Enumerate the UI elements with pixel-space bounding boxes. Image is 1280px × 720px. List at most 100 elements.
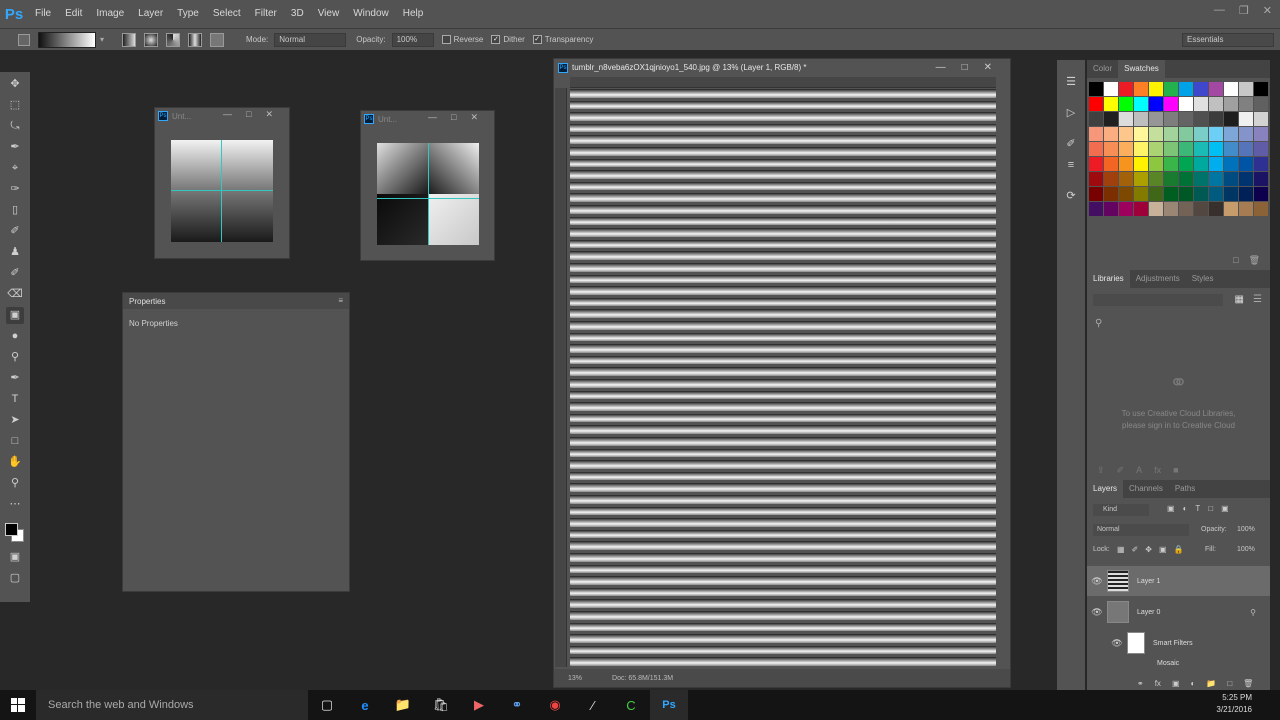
close-icon[interactable]: ✕ xyxy=(265,109,273,120)
zoom-level[interactable]: 13% xyxy=(568,675,582,682)
more-tools-icon[interactable]: ⋯ xyxy=(6,496,24,513)
color-swatch[interactable] xyxy=(1104,127,1118,141)
color-swatch[interactable] xyxy=(1194,157,1208,171)
system-clock[interactable]: 5:25 PM 3/21/2016 xyxy=(1216,692,1252,716)
color-swatch[interactable] xyxy=(1134,127,1148,141)
color-swatch[interactable] xyxy=(1179,82,1193,96)
color-swatch[interactable] xyxy=(1089,157,1103,171)
color-swatch[interactable] xyxy=(1104,112,1118,126)
library-select[interactable] xyxy=(1093,294,1223,306)
color-swatch[interactable] xyxy=(1119,172,1133,186)
color-swatch[interactable] xyxy=(1089,172,1103,186)
color-swatch[interactable] xyxy=(1194,97,1208,111)
search-icon[interactable]: ⚲ xyxy=(1095,318,1102,329)
add-text-icon[interactable]: A xyxy=(1136,465,1142,476)
type-tool-icon[interactable]: T xyxy=(6,391,24,408)
store-icon[interactable]: 🛍 xyxy=(422,690,460,720)
color-swatch[interactable] xyxy=(1104,157,1118,171)
menu-view[interactable]: View xyxy=(311,0,347,28)
trash-icon[interactable]: 🗑 xyxy=(1249,255,1260,266)
document-canvas[interactable] xyxy=(570,89,996,669)
color-swatch[interactable] xyxy=(1209,142,1223,156)
color-swatch[interactable] xyxy=(1149,202,1163,216)
dither-checkbox[interactable]: ✓ Dither xyxy=(491,35,525,44)
vertical-gradient-canvas[interactable] xyxy=(171,140,273,242)
windows-start-icon[interactable] xyxy=(0,690,36,720)
color-swatch[interactable] xyxy=(1239,127,1253,141)
color-swatch[interactable] xyxy=(1149,97,1163,111)
brush-tool-icon[interactable]: ✐ xyxy=(6,223,24,240)
color-swatch[interactable] xyxy=(1134,82,1148,96)
color-swatch[interactable] xyxy=(1239,142,1253,156)
dodge-tool-icon[interactable]: ⚲ xyxy=(6,349,24,366)
color-swatch[interactable] xyxy=(1149,172,1163,186)
color-swatch[interactable] xyxy=(1134,112,1148,126)
color-swatch[interactable] xyxy=(1119,112,1133,126)
color-swatch[interactable] xyxy=(1224,142,1238,156)
color-swatch[interactable] xyxy=(1089,82,1103,96)
history-brush-tool-icon[interactable]: ✐ xyxy=(6,265,24,282)
trash-icon[interactable]: 🗑 xyxy=(1243,679,1253,688)
color-swatch[interactable] xyxy=(1179,97,1193,111)
crop-tool-icon[interactable]: ⌖ xyxy=(6,160,24,177)
floating-document-window-2[interactable]: Ps Unt... — □ ✕ xyxy=(360,110,495,261)
color-swatch[interactable] xyxy=(1164,172,1178,186)
minimize-icon[interactable]: — xyxy=(936,62,946,73)
path-selection-tool-icon[interactable]: ➤ xyxy=(6,412,24,429)
color-swatch[interactable] xyxy=(1254,82,1268,96)
grid-view-icon[interactable]: ▦ xyxy=(1235,294,1244,305)
gradient-tool-icon[interactable]: ▣ xyxy=(6,307,24,324)
color-swatch[interactable] xyxy=(1149,142,1163,156)
eye-icon[interactable]: 👁 xyxy=(1087,576,1107,587)
rectangle-tool-icon[interactable]: □ xyxy=(6,433,24,450)
color-swatch[interactable] xyxy=(1104,172,1118,186)
clone-stamp-tool-icon[interactable]: ♟ xyxy=(6,244,24,261)
color-swatch[interactable] xyxy=(1239,112,1253,126)
add-brush-icon[interactable]: ✐ xyxy=(1117,465,1125,476)
color-swatch[interactable] xyxy=(1089,187,1103,201)
link-layers-icon[interactable]: ⚭ xyxy=(1137,679,1144,688)
color-swatch[interactable] xyxy=(1104,82,1118,96)
color-swatch[interactable] xyxy=(1164,202,1178,216)
color-swatch[interactable] xyxy=(1089,202,1103,216)
edge-browser-icon[interactable]: e xyxy=(346,690,384,720)
actions-panel-icon[interactable]: ▷ xyxy=(1062,105,1080,122)
panel-menu-icon[interactable]: ≡ xyxy=(338,296,343,305)
add-content-icon[interactable]: ⇪ xyxy=(1097,465,1105,476)
color-swatch[interactable] xyxy=(1179,157,1193,171)
color-swatch[interactable] xyxy=(1164,97,1178,111)
pen-tool-icon[interactable]: ✒ xyxy=(6,370,24,387)
lock-position-icon[interactable]: ✥ xyxy=(1145,545,1152,554)
marquee-tool-icon[interactable]: ⬚ xyxy=(6,97,24,114)
quick-select-tool-icon[interactable]: ✒ xyxy=(6,139,24,156)
color-swatch[interactable] xyxy=(1134,187,1148,201)
eye-icon[interactable]: 👁 xyxy=(1087,607,1107,618)
maximize-icon[interactable]: □ xyxy=(451,112,456,123)
lock-artboard-icon[interactable]: ▣ xyxy=(1159,545,1167,554)
minimize-icon[interactable]: — xyxy=(428,112,437,123)
mosaic-filter-label[interactable]: Mosaic xyxy=(1157,660,1179,667)
workspace-select[interactable]: Essentials xyxy=(1182,32,1274,47)
pen-app-icon[interactable]: ∕ xyxy=(574,690,612,720)
color-swatch[interactable] xyxy=(1104,142,1118,156)
diamond-gradient-icon[interactable] xyxy=(210,32,225,47)
fill-value[interactable]: 100% xyxy=(1237,546,1255,553)
color-swatch[interactable] xyxy=(1224,82,1238,96)
menu-3d[interactable]: 3D xyxy=(284,0,311,28)
color-swatch[interactable] xyxy=(1134,172,1148,186)
color-swatch[interactable] xyxy=(1239,172,1253,186)
color-swatch[interactable] xyxy=(1104,187,1118,201)
new-layer-icon[interactable]: □ xyxy=(1227,679,1232,688)
brush-panel-icon[interactable]: ✐ xyxy=(1062,136,1080,153)
color-swatch[interactable] xyxy=(1179,142,1193,156)
angle-gradient-icon[interactable] xyxy=(166,32,181,47)
tab-adjustments[interactable]: Adjustments xyxy=(1130,270,1186,288)
color-swatch[interactable] xyxy=(1224,202,1238,216)
eraser-tool-icon[interactable]: ⌫ xyxy=(6,286,24,303)
color-swatch[interactable] xyxy=(1164,142,1178,156)
brush-presets-icon[interactable]: ≡ xyxy=(1062,157,1080,174)
color-swatch[interactable] xyxy=(1194,112,1208,126)
tab-channels[interactable]: Channels xyxy=(1123,480,1169,498)
layer-row-layer-1[interactable]: 👁 Layer 1 xyxy=(1087,566,1270,596)
history-panel-icon[interactable]: ☰ xyxy=(1062,74,1080,91)
